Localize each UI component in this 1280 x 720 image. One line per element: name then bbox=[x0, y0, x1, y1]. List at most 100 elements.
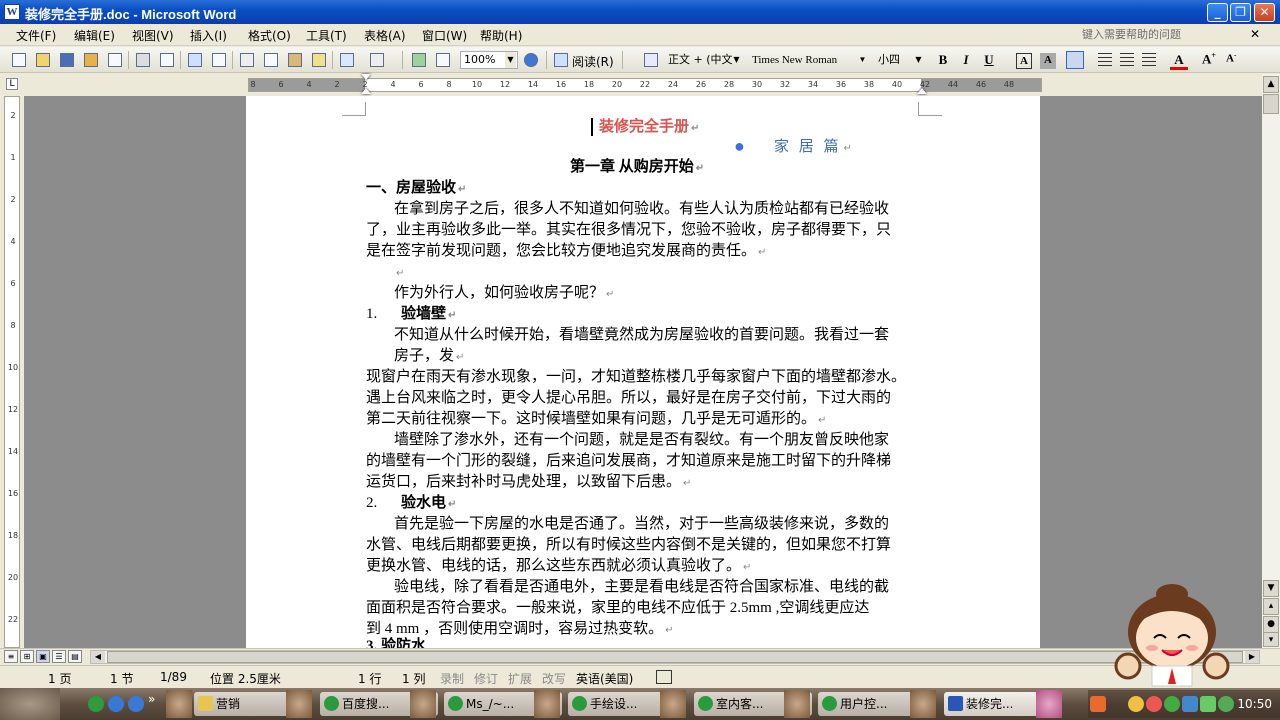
permission-icon[interactable] bbox=[82, 51, 100, 69]
style-select[interactable]: 正文 + (中文 ▼ bbox=[664, 51, 744, 69]
minimize-button[interactable]: _ bbox=[1207, 3, 1228, 22]
web-view-icon[interactable]: ⊞ bbox=[20, 650, 34, 663]
new-document-icon[interactable] bbox=[10, 51, 28, 69]
font-color-button[interactable]: A bbox=[1170, 52, 1188, 70]
normal-view-icon[interactable]: ≡ bbox=[4, 650, 18, 663]
first-line-indent-handle[interactable] bbox=[361, 74, 371, 80]
save-icon[interactable] bbox=[58, 51, 76, 69]
hscroll-thumb[interactable] bbox=[107, 651, 1243, 663]
next-page-icon[interactable]: ▾ bbox=[1263, 632, 1279, 647]
outline-view-icon[interactable]: ☰ bbox=[52, 650, 66, 663]
menu-window[interactable]: 窗口(W) bbox=[422, 27, 467, 44]
chevron-icon[interactable]: » bbox=[148, 692, 164, 708]
menu-format[interactable]: 格式(O) bbox=[248, 27, 291, 44]
read-button[interactable]: 阅读(R) bbox=[572, 53, 614, 70]
word-app-icon[interactable]: W bbox=[4, 4, 20, 20]
spelling-icon[interactable] bbox=[186, 51, 204, 69]
paste-icon[interactable] bbox=[286, 51, 304, 69]
document-area[interactable]: 装修完全手册 ↵ ● 家 居 篇 ↵ 第一章 从购房开始 ↵ 一、房屋验收 ↵ 在拿到房… bbox=[24, 96, 1262, 648]
tray-app-icon[interactable] bbox=[1146, 696, 1162, 712]
start-button[interactable] bbox=[0, 688, 60, 720]
select-browse-object-icon[interactable]: ● bbox=[1263, 616, 1279, 633]
previous-page-icon[interactable]: ▴ bbox=[1263, 598, 1279, 615]
menu-help[interactable]: 帮助(H) bbox=[480, 27, 522, 44]
format-painter-icon[interactable] bbox=[310, 51, 328, 69]
help-search-input[interactable]: 键入需要帮助的问题 bbox=[1082, 26, 1252, 43]
clock[interactable]: 10:50 bbox=[1237, 697, 1272, 711]
help-icon[interactable] bbox=[522, 51, 540, 69]
ruler-number: 36 bbox=[835, 80, 847, 89]
tray-security-icon[interactable] bbox=[1200, 696, 1216, 712]
quick-launch-icon[interactable] bbox=[128, 696, 144, 712]
tray-app-icon[interactable] bbox=[1128, 696, 1144, 712]
right-indent-handle[interactable] bbox=[917, 88, 927, 94]
cut-icon[interactable] bbox=[238, 51, 256, 69]
menu-table[interactable]: 表格(A) bbox=[364, 27, 406, 44]
print-preview-icon[interactable] bbox=[158, 51, 176, 69]
grow-font-icon[interactable]: A+ bbox=[1202, 51, 1220, 69]
redo-icon[interactable] bbox=[368, 51, 386, 69]
tables-icon[interactable] bbox=[434, 51, 452, 69]
research-icon[interactable] bbox=[210, 51, 228, 69]
underline-button[interactable]: U bbox=[980, 52, 998, 70]
horizontal-ruler[interactable]: 8 6 4 2 2 4 6 8 10 12 14 16 18 20 22 24 26 28 30 32 34 36 38 40… bbox=[248, 74, 1042, 94]
status-extend[interactable]: 扩展 bbox=[508, 670, 532, 687]
scroll-down-icon[interactable]: ▼ bbox=[1263, 580, 1279, 597]
close-button[interactable]: ✕ bbox=[1254, 3, 1275, 22]
email-icon[interactable] bbox=[106, 51, 124, 69]
hanging-indent-handle[interactable] bbox=[361, 88, 371, 94]
hyperlink-icon[interactable] bbox=[410, 51, 428, 69]
reading-view-icon[interactable]: ▤ bbox=[68, 650, 82, 663]
indent-icon[interactable] bbox=[1140, 51, 1158, 69]
character-border-button[interactable]: A bbox=[1016, 53, 1032, 69]
tray-shield-icon[interactable] bbox=[1218, 696, 1234, 712]
scroll-right-icon[interactable]: ▶ bbox=[1245, 651, 1259, 663]
tray-app-icon[interactable] bbox=[1164, 696, 1180, 712]
ruler-number: 16 bbox=[555, 80, 567, 89]
vertical-ruler[interactable]: 2124681012141618202224 bbox=[4, 96, 20, 666]
open-folder-icon[interactable] bbox=[34, 51, 52, 69]
scroll-thumb[interactable] bbox=[1263, 94, 1279, 114]
vertical-scrollbar[interactable]: ▲ ▼ ▴ ● ▾ bbox=[1262, 74, 1280, 648]
font-size-select[interactable]: 小四 ▼ bbox=[874, 51, 926, 69]
scroll-up-icon[interactable]: ▲ bbox=[1263, 76, 1279, 93]
ruler-number: 6 bbox=[418, 80, 424, 89]
menu-edit[interactable]: 编辑(E) bbox=[74, 27, 115, 44]
close-document-icon[interactable]: ✕ bbox=[1250, 27, 1260, 41]
undo-icon[interactable] bbox=[338, 51, 356, 69]
menu-file[interactable]: 文件(F) bbox=[16, 27, 56, 44]
align-left-icon[interactable] bbox=[1066, 51, 1084, 69]
print-icon[interactable] bbox=[134, 51, 152, 69]
document-page[interactable]: 装修完全手册 ↵ ● 家 居 篇 ↵ 第一章 从购房开始 ↵ 一、房屋验收 ↵ 在拿到房… bbox=[246, 96, 1040, 648]
print-layout-view-icon[interactable]: ▣ bbox=[36, 650, 50, 663]
status-record[interactable]: 录制 bbox=[440, 670, 464, 687]
status-overtype[interactable]: 改写 bbox=[542, 670, 566, 687]
numbering-icon[interactable] bbox=[1096, 51, 1114, 69]
read-icon[interactable] bbox=[552, 51, 570, 69]
scroll-left-icon[interactable]: ◀ bbox=[91, 651, 105, 663]
shrink-font-icon[interactable]: A- bbox=[1226, 51, 1244, 69]
tray-network-icon[interactable] bbox=[1182, 696, 1198, 712]
menu-tools[interactable]: 工具(T) bbox=[306, 27, 347, 44]
tray-app-icon[interactable] bbox=[1090, 696, 1106, 712]
status-track-changes[interactable]: 修订 bbox=[474, 670, 498, 687]
paragraph-line: 第二天前往视察一下。这时候墙壁如果有问题，几乎是无可遁形的。 ↵ bbox=[366, 411, 827, 427]
subtitle-bullet: ● bbox=[734, 136, 745, 156]
quick-launch-icon[interactable] bbox=[88, 696, 104, 712]
menu-view[interactable]: 视图(V) bbox=[132, 27, 174, 44]
bullets-icon[interactable] bbox=[1118, 51, 1136, 69]
status-language[interactable]: 英语(美国) bbox=[576, 670, 633, 687]
quick-launch-icon[interactable] bbox=[108, 696, 124, 712]
copy-icon[interactable] bbox=[262, 51, 280, 69]
maximize-button[interactable]: ❐ bbox=[1230, 3, 1251, 22]
menu-insert[interactable]: 插入(I) bbox=[190, 27, 227, 44]
styles-icon[interactable] bbox=[642, 51, 660, 69]
italic-button[interactable]: I bbox=[957, 52, 975, 70]
horizontal-scrollbar[interactable]: ◀ ▶ bbox=[90, 650, 1260, 664]
font-select[interactable]: Times New Roman ▼ bbox=[748, 51, 870, 69]
character-shading-button[interactable]: A bbox=[1040, 53, 1056, 69]
bold-button[interactable]: B bbox=[934, 52, 952, 70]
spelling-status-icon[interactable] bbox=[656, 670, 672, 684]
tab-selector-icon[interactable]: L bbox=[6, 78, 18, 90]
zoom-select[interactable]: 100% ▼ bbox=[460, 51, 518, 69]
